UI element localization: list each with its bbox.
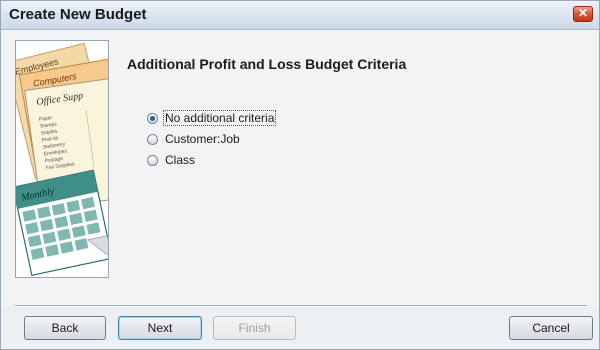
option-no-additional-criteria[interactable]: No additional criteria <box>147 110 277 126</box>
close-button[interactable]: ✕ <box>573 6 593 22</box>
title-bar: Create New Budget ✕ <box>1 1 599 30</box>
cancel-button[interactable]: Cancel <box>509 316 593 340</box>
finish-button[interactable]: Finish <box>213 316 296 340</box>
budget-illustration-art: Employees Computers Office Supp Paper St… <box>16 41 108 277</box>
close-icon: ✕ <box>577 6 589 20</box>
option-label: Customer:Job <box>165 132 240 146</box>
footer-separator <box>15 305 587 307</box>
option-label: Class <box>165 153 196 167</box>
page-heading: Additional Profit and Loss Budget Criter… <box>127 56 407 72</box>
option-label: No additional criteria <box>162 110 277 126</box>
back-button[interactable]: Back <box>24 316 106 340</box>
create-budget-dialog: Create New Budget ✕ Employees Computers <box>0 0 600 350</box>
wizard-content: Employees Computers Office Supp Paper St… <box>1 30 599 305</box>
budget-illustration: Employees Computers Office Supp Paper St… <box>15 40 109 278</box>
next-button[interactable]: Next <box>118 316 202 340</box>
window-title: Create New Budget <box>9 6 147 23</box>
option-class[interactable]: Class <box>147 152 196 168</box>
radio-button[interactable] <box>147 112 158 124</box>
radio-button[interactable] <box>147 133 158 145</box>
radio-button[interactable] <box>147 154 158 166</box>
option-customer-job[interactable]: Customer:Job <box>147 131 241 147</box>
